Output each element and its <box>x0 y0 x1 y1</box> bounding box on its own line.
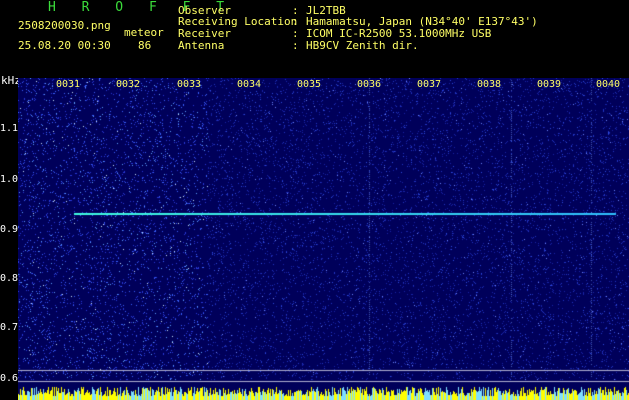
detection-type: meteor <box>124 26 164 39</box>
y-tick-label: 0.8 <box>0 273 19 284</box>
x-tick-label: 0033 <box>177 79 202 90</box>
x-tick-label: 0039 <box>537 79 562 90</box>
x-tick-label: 0034 <box>237 79 262 90</box>
x-tick-label: 0037 <box>417 79 442 90</box>
timestamp: 25.08.20 00:30 <box>18 39 111 52</box>
spectrogram-waterfall <box>18 78 629 400</box>
x-tick-label: 0032 <box>116 79 141 90</box>
antenna-colon: : <box>292 39 299 52</box>
y-tick-label: 0.9 <box>0 224 19 235</box>
x-tick-label: 0036 <box>357 79 382 90</box>
y-tick-label: 0.6 <box>0 373 19 384</box>
y-tick-label: 1.1 <box>0 123 19 134</box>
x-tick-label: 0038 <box>477 79 502 90</box>
y-tick-label: 1.0 <box>0 174 19 185</box>
antenna-label: Antenna <box>178 39 225 52</box>
detection-count: 86 <box>138 39 152 52</box>
y-tick-label: 0.7 <box>0 322 19 333</box>
x-tick-label: 0040 <box>596 79 621 90</box>
image-filename: 2508200030.png <box>18 19 111 32</box>
x-tick-label: 0031 <box>56 79 81 90</box>
antenna-value: HB9CV Zenith dir. <box>306 39 419 52</box>
x-tick-label: 0035 <box>297 79 322 90</box>
